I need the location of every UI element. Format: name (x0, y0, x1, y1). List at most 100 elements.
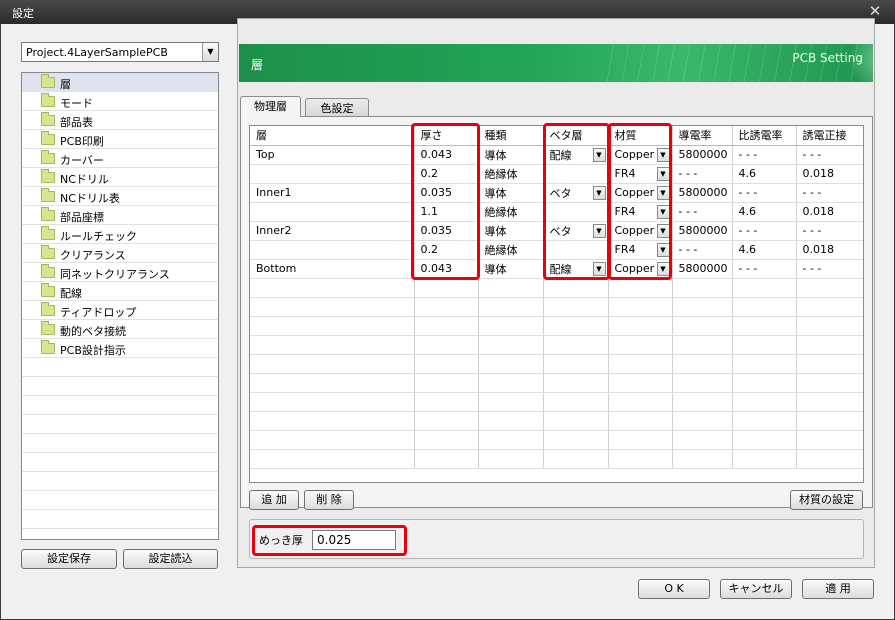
table-cell[interactable] (543, 278, 609, 298)
table-cell[interactable] (478, 373, 544, 393)
table-row[interactable] (250, 449, 863, 469)
table-cell[interactable]: Inner1 (250, 183, 415, 203)
table-cell[interactable] (250, 202, 415, 222)
table-cell[interactable] (732, 430, 797, 450)
table-cell[interactable] (608, 297, 673, 317)
table-cell[interactable] (414, 392, 479, 412)
table-cell[interactable] (732, 354, 797, 374)
table-row[interactable]: Inner1 0.035 導体 ベタ ▼ Copper ▼ 5800000- - -- - - (250, 183, 863, 203)
table-cell[interactable]: - - - (672, 164, 733, 184)
table-cell[interactable]: 絶縁体 (478, 202, 544, 222)
table-cell[interactable] (672, 278, 733, 298)
table-cell[interactable] (608, 354, 673, 374)
table-cell[interactable]: ベタ ▼ (543, 221, 609, 241)
table-cell[interactable] (796, 411, 863, 431)
table-cell[interactable]: Copper ▼ (608, 221, 673, 241)
table-cell[interactable] (608, 449, 673, 469)
table-cell[interactable] (608, 411, 673, 431)
table-cell[interactable]: 0.043 (414, 145, 479, 165)
table-cell[interactable] (732, 411, 797, 431)
table-cell[interactable] (478, 411, 544, 431)
table-cell[interactable]: Top (250, 145, 415, 165)
table-cell[interactable] (414, 430, 479, 450)
table-cell[interactable] (672, 392, 733, 412)
table-cell[interactable] (478, 449, 544, 469)
table-row[interactable]: 0.2 絶縁体 FR4 ▼ - - - 4.6 0.018 (250, 240, 863, 260)
column-header[interactable]: 層 (250, 126, 415, 146)
tree-item[interactable]: PCB印刷 (22, 130, 218, 149)
table-row[interactable] (250, 354, 863, 374)
material-settings-button[interactable]: 材質の設定 (790, 490, 863, 510)
plating-thickness-input[interactable]: 0.025 (312, 530, 396, 550)
table-cell[interactable] (543, 392, 609, 412)
table-cell[interactable] (414, 278, 479, 298)
delete-row-button[interactable]: 削 除 (304, 490, 354, 510)
table-cell[interactable]: 4.6 (732, 202, 797, 222)
table-cell[interactable] (478, 392, 544, 412)
table-cell[interactable]: - - - (796, 145, 863, 165)
table-cell[interactable] (543, 373, 609, 393)
table-cell[interactable]: 0.035 (414, 183, 479, 203)
table-cell[interactable]: Copper ▼ (608, 259, 673, 279)
table-cell[interactable] (250, 354, 415, 374)
chevron-down-icon[interactable]: ▼ (202, 43, 218, 61)
apply-button[interactable]: 適 用 (802, 579, 874, 599)
layer-table[interactable]: 層厚さ 種類 ベタ層 材質 導電率 比誘電率 誘電正接 Top 0.043 導体 配線 ▼ Coppe… (249, 125, 864, 483)
chevron-down-icon[interactable]: ▼ (592, 147, 606, 162)
table-cell[interactable]: 4.6 (732, 164, 797, 184)
table-row[interactable] (250, 373, 863, 393)
table-cell[interactable]: 導体 (478, 259, 544, 279)
table-cell[interactable] (250, 164, 415, 184)
table-cell[interactable] (608, 392, 673, 412)
table-cell[interactable]: Bottom (250, 259, 415, 279)
table-cell[interactable] (414, 354, 479, 374)
table-cell[interactable]: 導体 (478, 145, 544, 165)
table-cell[interactable] (732, 297, 797, 317)
chevron-down-icon[interactable]: ▼ (656, 166, 670, 181)
tab-physical-layer[interactable]: 物理層 (240, 96, 301, 117)
table-cell[interactable] (250, 373, 415, 393)
table-cell[interactable] (250, 449, 415, 469)
table-cell[interactable]: - - - (732, 145, 797, 165)
table-cell[interactable] (478, 278, 544, 298)
tree-item[interactable]: 配線 (22, 282, 218, 301)
tree-item[interactable]: ルールチェック (22, 225, 218, 244)
project-select[interactable]: Project.4LayerSamplePCB ▼ (21, 42, 219, 62)
column-header[interactable]: 比誘電率 (732, 126, 797, 146)
table-cell[interactable]: - - - (672, 202, 733, 222)
table-cell[interactable]: FR4 ▼ (608, 164, 673, 184)
table-cell[interactable]: Copper ▼ (608, 145, 673, 165)
tab-color-settings[interactable]: 色設定 (305, 98, 369, 117)
table-cell[interactable] (414, 411, 479, 431)
table-cell[interactable] (414, 449, 479, 469)
table-cell[interactable]: 5800000 (672, 145, 733, 165)
chevron-down-icon[interactable]: ▼ (656, 204, 670, 219)
table-cell[interactable] (543, 354, 609, 374)
add-row-button[interactable]: 追 加 (249, 490, 299, 510)
table-cell[interactable] (672, 316, 733, 336)
table-cell[interactable]: 0.035 (414, 221, 479, 241)
table-cell[interactable] (608, 278, 673, 298)
table-cell[interactable]: Copper ▼ (608, 183, 673, 203)
tree-item[interactable]: クリアランス (22, 244, 218, 263)
chevron-down-icon[interactable]: ▼ (592, 185, 606, 200)
tree-item[interactable]: PCB設計指示 (22, 339, 218, 358)
table-cell[interactable] (414, 316, 479, 336)
table-cell[interactable]: 配線 ▼ (543, 145, 609, 165)
table-cell[interactable]: 導体 (478, 221, 544, 241)
tree-item[interactable]: カーバー (22, 149, 218, 168)
table-cell[interactable] (250, 411, 415, 431)
table-cell[interactable] (796, 316, 863, 336)
table-row[interactable] (250, 316, 863, 336)
table-cell[interactable] (672, 449, 733, 469)
table-cell[interactable] (796, 297, 863, 317)
chevron-down-icon[interactable]: ▼ (656, 185, 670, 200)
column-header[interactable]: 厚さ (414, 126, 479, 146)
table-cell[interactable] (414, 373, 479, 393)
table-cell[interactable] (672, 297, 733, 317)
table-cell[interactable] (478, 335, 544, 355)
table-cell[interactable] (796, 278, 863, 298)
chevron-down-icon[interactable]: ▼ (656, 261, 670, 276)
table-row[interactable]: Inner2 0.035 導体 ベタ ▼ Copper ▼ 5800000- - -- - - (250, 221, 863, 241)
table-cell[interactable] (543, 430, 609, 450)
